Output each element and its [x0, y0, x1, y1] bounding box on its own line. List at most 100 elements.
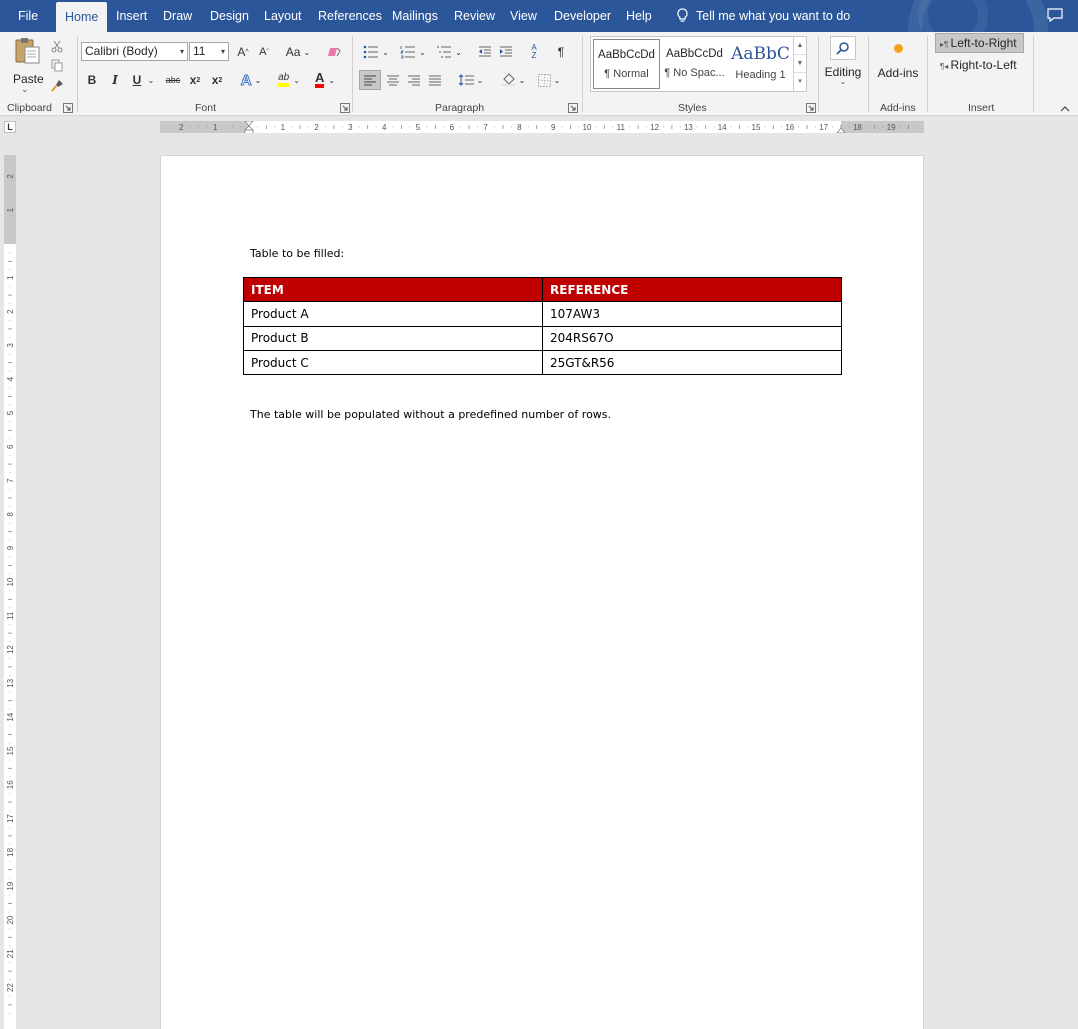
ruler-tick	[806, 125, 808, 129]
horizontal-ruler[interactable]: 2 1 1 2 3 4 5 6 7 8 9 10 11 12 13 14 15 16 17 18 19	[160, 121, 924, 133]
change-case-button[interactable]: Aa ⌄	[283, 42, 313, 62]
tab-layout[interactable]: Layout	[255, 0, 311, 32]
align-right-button[interactable]	[406, 70, 422, 90]
ruler-tick	[9, 336, 11, 338]
scroll-up-icon[interactable]: ▲	[794, 37, 806, 55]
format-painter-button[interactable]	[49, 75, 65, 95]
ruler-tick	[9, 370, 11, 372]
right-to-left-button[interactable]: ¶◂ Right-to-Left	[936, 55, 1023, 75]
tab-developer[interactable]: Developer	[545, 0, 620, 32]
styles-gallery-scroll[interactable]: ▲ ▼ ▾	[793, 37, 806, 91]
font-name-box[interactable]: Calibri (Body) ▾	[81, 42, 188, 61]
comments-button[interactable]	[1046, 7, 1066, 25]
grow-font-button[interactable]: A ^	[235, 42, 251, 62]
dialog-launcher-icon[interactable]	[63, 103, 73, 113]
tab-insert[interactable]: Insert	[107, 0, 156, 32]
chevron-down-icon[interactable]: ⌄	[146, 70, 156, 90]
style-preview: AaBbC	[731, 44, 790, 64]
vertical-ruler[interactable]: 2112345678910111213141516171819202122	[4, 155, 16, 1029]
bullets-button[interactable]: ⌄	[360, 42, 392, 62]
shrink-font-button[interactable]: Aˇ	[256, 42, 272, 62]
add-ins-button[interactable]: Add-ins	[874, 36, 922, 94]
underline-button[interactable]: U	[130, 70, 144, 90]
ruler-tick	[494, 126, 495, 128]
tab-draw[interactable]: Draw	[154, 0, 201, 32]
tab-references[interactable]: References	[309, 0, 391, 32]
table-cell[interactable]: Product A	[243, 301, 543, 327]
numbering-button[interactable]: ⌄	[397, 42, 429, 62]
scroll-down-icon[interactable]: ▼	[794, 55, 806, 73]
ruler-label: 8	[517, 123, 522, 132]
multilevel-list-button[interactable]: ⌄	[433, 42, 465, 62]
ruler-tick	[9, 945, 11, 947]
document-page[interactable]: Table to be filled: ITEM REFERENCE Produ…	[160, 155, 924, 1029]
shading-button[interactable]: ⌄	[498, 70, 528, 90]
tab-review[interactable]: Review	[445, 0, 504, 32]
copy-button[interactable]	[49, 55, 65, 75]
ruler-label: 2	[314, 123, 319, 132]
style-name: ¶ No Spac...	[664, 67, 725, 79]
style-normal[interactable]: AaBbCcDd ¶ Normal	[593, 39, 660, 89]
highlight-color-button[interactable]: ab ⌄	[272, 70, 306, 90]
borders-button[interactable]: ⌄	[533, 70, 565, 90]
tell-me-search[interactable]: Tell me what you want to do	[676, 0, 850, 32]
sort-button[interactable]: A Z	[526, 42, 542, 62]
table-cell[interactable]: Product C	[243, 349, 543, 376]
editing-button[interactable]: Editing ⌄	[822, 36, 864, 94]
font-size-box[interactable]: 11 ▾	[189, 42, 229, 61]
dialog-launcher-icon[interactable]	[806, 103, 816, 113]
ruler-label: 17	[6, 814, 15, 823]
table-cell[interactable]: Product B	[243, 325, 543, 351]
dialog-launcher-icon[interactable]	[340, 103, 350, 113]
table-header-cell[interactable]: ITEM	[243, 276, 543, 303]
decrease-indent-button[interactable]	[477, 42, 493, 62]
ruler-tick	[9, 539, 11, 541]
collapse-ribbon-icon[interactable]	[1059, 104, 1071, 114]
ruler-tick	[9, 962, 11, 964]
tab-file[interactable]: File	[9, 0, 47, 32]
superscript-button[interactable]: x2	[210, 70, 224, 90]
bold-button[interactable]: B	[85, 70, 99, 90]
line-spacing-button[interactable]: ⌄	[455, 70, 487, 90]
style-no-spacing[interactable]: AaBbCcDd ¶ No Spac...	[661, 39, 728, 89]
show-formatting-button[interactable]: ¶	[553, 42, 569, 62]
ruler-tick	[9, 286, 11, 288]
ruler-tick	[9, 522, 11, 524]
paste-button[interactable]: Paste ⌄	[10, 36, 44, 94]
ruler-label: 5	[6, 410, 15, 415]
ruler-label: 5	[416, 123, 421, 132]
align-center-button[interactable]	[385, 70, 401, 90]
style-heading-1[interactable]: AaBbC Heading 1	[727, 39, 794, 89]
tab-home[interactable]: Home	[56, 2, 108, 32]
ruler-label: 18	[6, 847, 15, 856]
increase-indent-button[interactable]	[498, 42, 514, 62]
dialog-launcher-icon[interactable]	[568, 103, 578, 113]
subscript-button[interactable]: x2	[188, 70, 202, 90]
italic-button[interactable]: I	[108, 70, 122, 90]
ruler-tick	[9, 252, 11, 254]
tab-mailings[interactable]: Mailings	[383, 0, 447, 32]
tab-design[interactable]: Design	[201, 0, 258, 32]
tab-view[interactable]: View	[501, 0, 546, 32]
chevron-down-icon: ⌄	[518, 75, 526, 85]
more-styles-icon[interactable]: ▾	[794, 73, 806, 91]
ruler-tick	[9, 590, 11, 592]
table-cell[interactable]: 25GT&R56	[542, 349, 842, 376]
align-left-button[interactable]	[359, 70, 381, 90]
ruler-label: 15	[6, 746, 15, 755]
justify-button[interactable]	[427, 70, 443, 90]
reference-table[interactable]: ITEM REFERENCE Product A 107AW3 Product …	[243, 276, 842, 376]
strikethrough-button[interactable]: abc	[163, 70, 183, 90]
tab-help[interactable]: Help	[617, 0, 661, 32]
table-header-cell[interactable]: REFERENCE	[542, 276, 842, 303]
left-to-right-button[interactable]: ▸¶ Left-to-Right	[935, 33, 1024, 53]
numbered-list-icon	[400, 46, 416, 59]
table-cell[interactable]: 107AW3	[542, 301, 842, 327]
cut-button[interactable]	[49, 36, 65, 56]
text-effects-button[interactable]: A ⌄	[237, 70, 265, 90]
clear-formatting-button[interactable]	[325, 42, 343, 62]
table-cell[interactable]: 204RS67O	[542, 325, 842, 351]
ruler-tick	[401, 125, 402, 129]
font-color-button[interactable]: A ⌄	[310, 70, 340, 90]
tab-selector[interactable]: L	[4, 121, 16, 133]
